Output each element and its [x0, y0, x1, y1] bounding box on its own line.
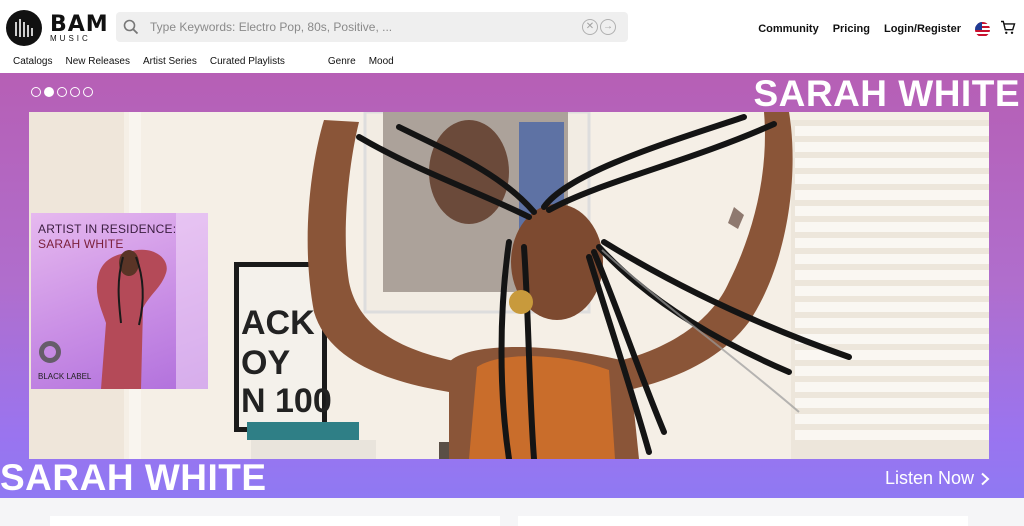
bam-music-logo[interactable]: BAM MUSIC	[6, 10, 109, 46]
search-bar: ✕ →	[116, 12, 628, 42]
poster-text-line2: OY	[241, 344, 290, 382]
content-strip	[0, 498, 1024, 526]
top-header: BAM MUSIC ✕ → Community Pricing Login/Re…	[0, 0, 1024, 56]
logo-mark-icon	[6, 10, 42, 46]
listen-now-link[interactable]: Listen Now	[885, 468, 990, 489]
hero-banner[interactable]: SARAH WHITE ACK OY N 100 ARTIST IN RESID…	[0, 73, 1024, 498]
subnav-new-releases[interactable]: New Releases	[65, 56, 129, 73]
subnav-curated-playlists[interactable]: Curated Playlists	[210, 56, 285, 73]
subnav-artist-series[interactable]: Artist Series	[143, 56, 197, 73]
poster-text-line3: N 100	[241, 382, 332, 420]
us-flag-icon[interactable]	[975, 21, 990, 37]
content-panel	[518, 516, 968, 526]
carousel-dot[interactable]	[31, 87, 41, 97]
black-label-logo-icon	[39, 341, 61, 363]
carousel-dots	[31, 87, 93, 97]
clear-icon[interactable]: ✕	[582, 19, 598, 35]
filter-genre[interactable]: Genre	[328, 56, 356, 73]
card-label: BLACK LABEL	[38, 372, 92, 381]
nav-pricing[interactable]: Pricing	[833, 23, 870, 35]
carousel-dot-active[interactable]	[44, 87, 54, 97]
logo-wordmark: BAM	[50, 11, 109, 37]
subnav-separator	[285, 56, 315, 73]
hero-title-bottom: SARAH WHITE	[0, 457, 267, 498]
subnav-catalogs[interactable]: Catalogs	[13, 56, 52, 73]
nav-login-register[interactable]: Login/Register	[884, 23, 961, 35]
poster-text-line1: ACK	[241, 304, 315, 342]
content-panel	[50, 516, 500, 526]
nav-community[interactable]: Community	[758, 23, 819, 35]
card-title-line1: ARTIST IN RESIDENCE:	[38, 222, 177, 236]
chevron-right-icon	[981, 472, 990, 485]
artist-in-residence-card[interactable]: ARTIST IN RESIDENCE: SARAH WHITE BLACK L…	[31, 213, 208, 389]
arrow-right-circle-icon[interactable]: →	[600, 19, 616, 35]
sub-nav: Catalogs New Releases Artist Series Cura…	[0, 56, 1024, 73]
carousel-dot[interactable]	[83, 87, 93, 97]
logo-text: BAM MUSIC	[50, 11, 109, 43]
filter-mood[interactable]: Mood	[369, 56, 394, 73]
search-input[interactable]	[150, 20, 570, 34]
carousel-dot[interactable]	[70, 87, 80, 97]
hero-title-top: SARAH WHITE	[753, 73, 1020, 114]
cart-icon[interactable]	[1000, 20, 1016, 38]
card-title-line2: SARAH WHITE	[38, 237, 124, 251]
top-nav: Community Pricing Login/Register	[758, 20, 1024, 38]
listen-now-label: Listen Now	[884, 468, 974, 488]
search-icon[interactable]	[116, 12, 146, 42]
carousel-dot[interactable]	[57, 87, 67, 97]
